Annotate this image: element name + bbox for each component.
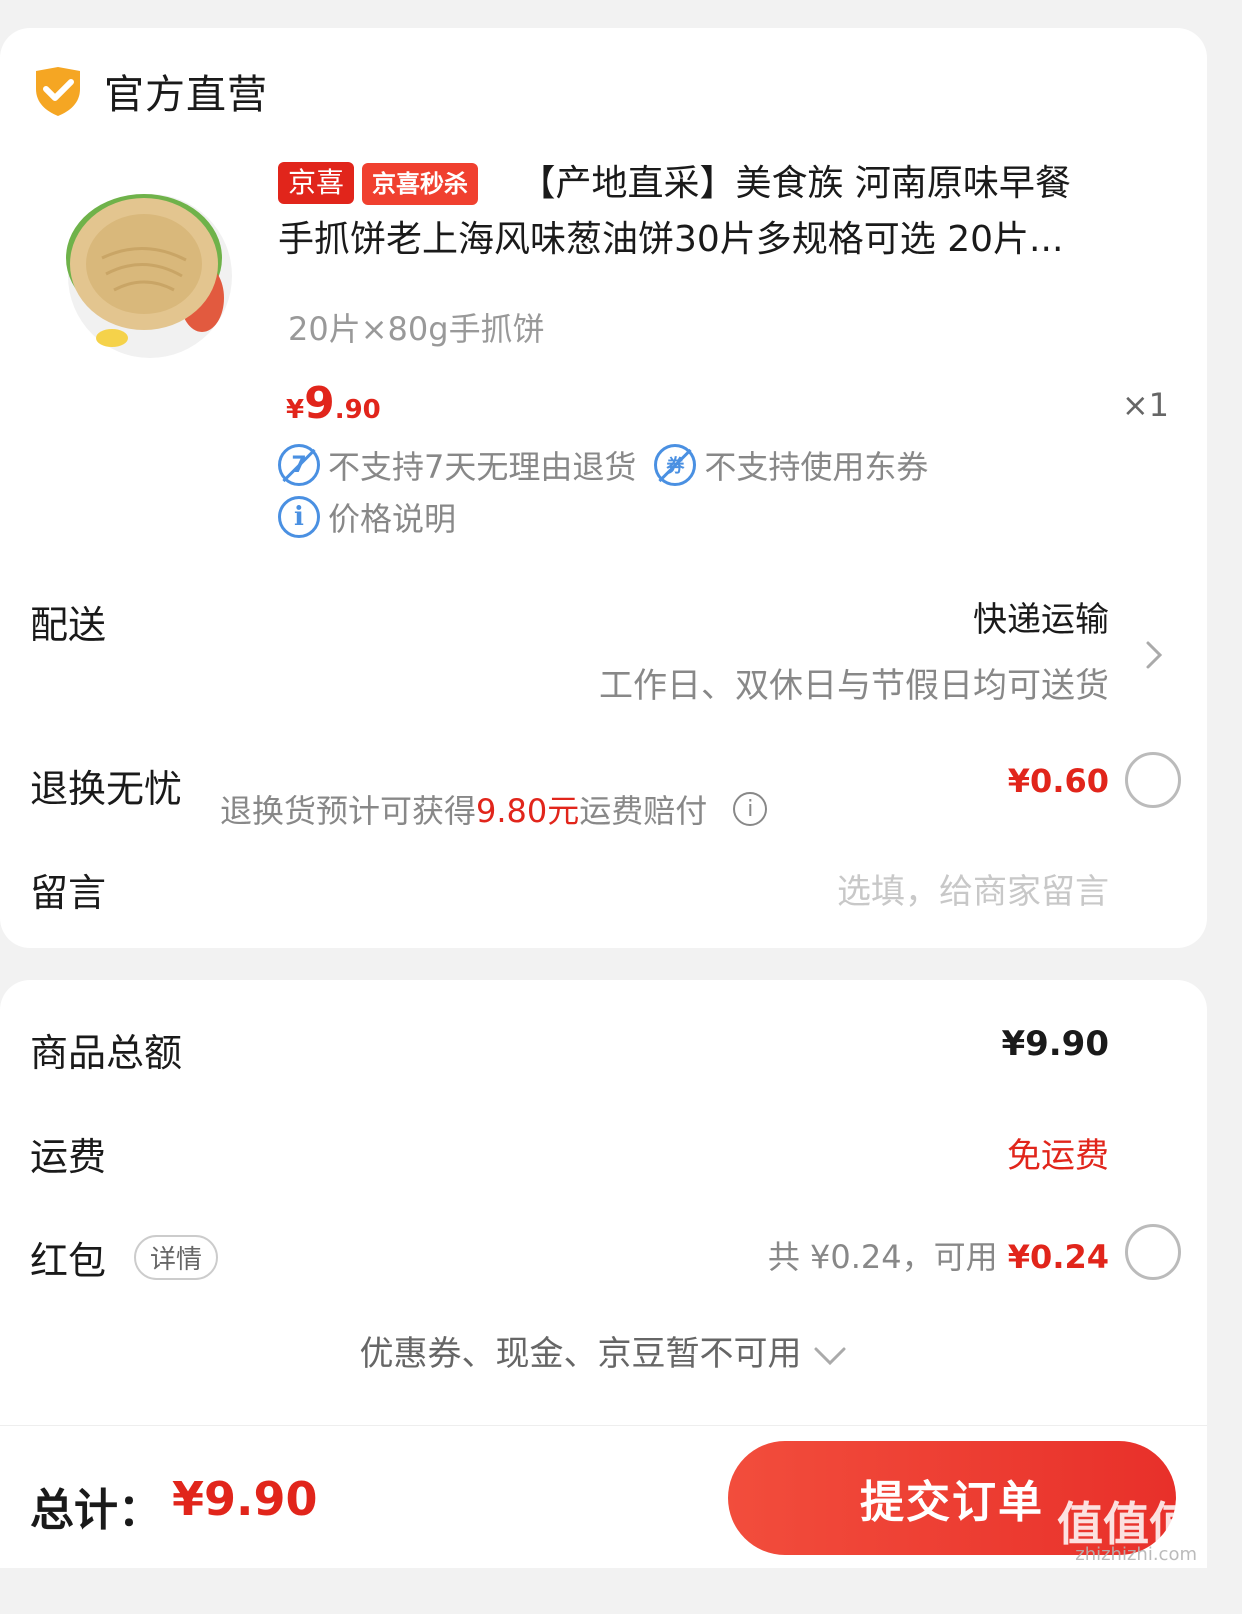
- refund-label: 退换无忧: [30, 767, 183, 811]
- price-integer: 9: [304, 378, 335, 429]
- refund-desc-amount: 9.80元: [476, 792, 580, 830]
- chevron-right-icon[interactable]: [1139, 640, 1169, 670]
- goods-total-label: 商品总额: [30, 1031, 183, 1075]
- shield-check-icon: [36, 67, 80, 116]
- submit-order-label: 提交订单: [860, 1477, 1044, 1528]
- price-decimal: .90: [334, 395, 381, 425]
- order-card: 官方直营 京喜 京喜秒杀 【产地直采】美食族 河南原味早餐 手抓饼老上海风味葱油饼…: [0, 28, 1207, 948]
- refund-radio[interactable]: [1125, 752, 1181, 808]
- no-coupon-icon: 券: [654, 444, 697, 486]
- price-currency: ¥: [286, 395, 305, 425]
- total-label: 总计：: [30, 1485, 162, 1536]
- total-value: ¥9.90: [172, 1472, 318, 1526]
- redpacket-row: 红包 详情: [30, 1230, 219, 1285]
- delivery-label: 配送: [30, 603, 107, 647]
- refund-description: 退换货预计可获得 9.80元 运费赔付 i: [220, 786, 768, 832]
- info-icon: i: [278, 496, 320, 538]
- discount-unavailable-text: 优惠券、现金、京豆暂不可用: [359, 1334, 802, 1374]
- discount-unavailable[interactable]: 优惠券、现金、京豆暂不可用: [0, 1326, 1207, 1375]
- product-spec: 20片×80g手抓饼: [288, 310, 545, 348]
- shipping-label: 运费: [30, 1135, 107, 1179]
- delivery-method[interactable]: 快递运输: [973, 592, 1109, 641]
- service-no-coupon: 券 不支持使用东券: [654, 442, 928, 488]
- store-header: 官方直营: [30, 62, 268, 120]
- product-thumbnail[interactable]: [52, 178, 248, 374]
- shipping-value: 免运费: [1007, 1136, 1109, 1176]
- service-label: 不支持使用东券: [704, 448, 929, 486]
- service-tags: 7 不支持7天无理由退货 券 不支持使用东券: [278, 442, 946, 488]
- redpacket-detail-button[interactable]: 详情: [134, 1235, 219, 1280]
- price-note[interactable]: i 价格说明: [278, 494, 474, 540]
- bottom-bar: 总计： ¥9.90 提交订单 值值值 zhizhizhi.com: [0, 1425, 1207, 1568]
- title-line-2: 手抓饼老上海风味葱油饼30片多规格可选 20片...: [278, 219, 1064, 260]
- refund-desc-prefix: 退换货预计可获得: [220, 792, 477, 830]
- message-input[interactable]: 选填，给商家留言: [837, 864, 1109, 913]
- product-title[interactable]: 京喜 京喜秒杀 【产地直采】美食族 河南原味早餐 手抓饼老上海风味葱油饼30片多规…: [278, 156, 1178, 268]
- info-icon[interactable]: i: [733, 792, 768, 826]
- goods-total-value: ¥9.90: [1001, 1024, 1109, 1064]
- refund-desc-suffix: 运费赔付: [579, 792, 708, 830]
- price-note-label: 价格说明: [328, 500, 457, 538]
- redpacket-radio[interactable]: [1125, 1224, 1181, 1280]
- redpacket-label: 红包: [30, 1239, 107, 1283]
- service-label: 不支持7天无理由退货: [328, 448, 637, 486]
- product-quantity: ×1: [1121, 386, 1169, 424]
- title-line-1: 【产地直采】美食族 河南原味早餐: [519, 163, 1071, 204]
- delivery-note: 工作日、双休日与节假日均可送货: [599, 666, 1109, 706]
- badge-jingxi: 京喜: [278, 162, 355, 204]
- watermark-url: zhizhizhi.com: [1075, 1544, 1197, 1565]
- no-return-icon: 7: [278, 444, 320, 486]
- redpacket-amount: 共 ¥0.24，可用 ¥0.24: [768, 1232, 1109, 1278]
- redpacket-available: ¥0.24: [1007, 1238, 1109, 1276]
- message-label: 留言: [30, 871, 107, 915]
- badge-jingxi-flash-sale: 京喜秒杀: [362, 163, 479, 205]
- store-name: 官方直营: [104, 72, 268, 118]
- summary-card: 商品总额 ¥9.90 运费 免运费 红包 详情 共 ¥0.24，可用 ¥0.24: [0, 980, 1207, 1450]
- chevron-down-icon: [814, 1347, 845, 1365]
- redpacket-total: 共 ¥0.24，可用: [767, 1238, 998, 1276]
- service-no-7day-return: 7 不支持7天无理由退货: [278, 442, 636, 488]
- refund-price: ¥0.60: [1007, 762, 1109, 800]
- product-price: ¥9.90: [286, 378, 381, 429]
